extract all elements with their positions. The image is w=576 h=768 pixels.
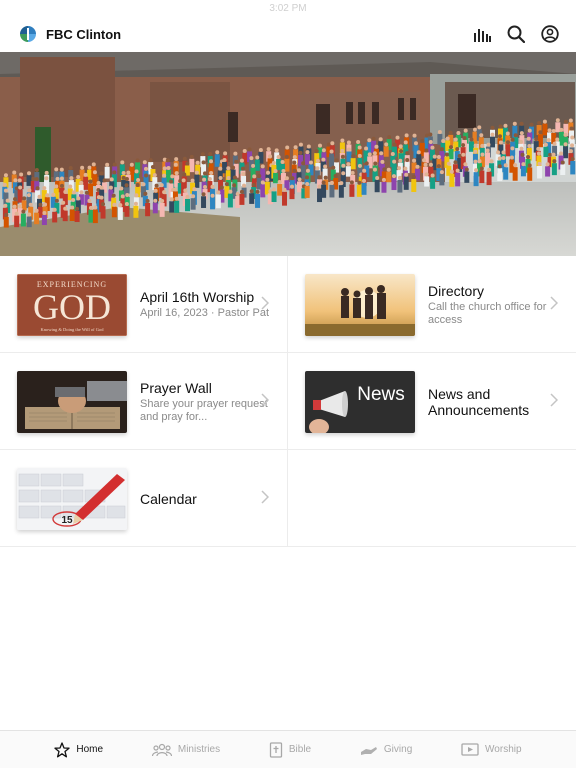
app-title: FBC Clinton bbox=[46, 26, 122, 42]
tab-ministries-label: Ministries bbox=[177, 744, 221, 755]
chevron-right-icon bbox=[550, 296, 558, 310]
prayer-wall-card[interactable]: Prayer Wall Share your prayer request an… bbox=[0, 353, 288, 450]
news-card[interactable]: News News and Announcements bbox=[288, 353, 576, 450]
tab-ministries[interactable]: Ministries bbox=[151, 743, 221, 757]
prayer-title: Prayer Wall bbox=[140, 379, 212, 396]
tab-worship-label: Worship bbox=[485, 744, 522, 755]
bible-icon bbox=[269, 741, 283, 758]
star-icon bbox=[54, 741, 71, 757]
directory-card[interactable]: Directory Call the church office for acc… bbox=[288, 256, 576, 353]
status-bar: 3:02 PM bbox=[0, 0, 576, 16]
news-title: News and Announcements bbox=[428, 385, 530, 418]
worship-thumbnail: EXPERIENCING GOD Knowing & Doing the Wil… bbox=[17, 273, 127, 336]
feature-grid: EXPERIENCING GOD Knowing & Doing the Wil… bbox=[0, 256, 576, 547]
prayer-thumbnail bbox=[17, 370, 127, 433]
calendar-title: Calendar bbox=[140, 490, 197, 507]
tab-bible[interactable]: Bible bbox=[269, 741, 312, 758]
audio-bars-icon[interactable] bbox=[472, 24, 492, 44]
tab-giving-label: Giving bbox=[383, 744, 413, 755]
directory-subtitle: Call the church office for access bbox=[428, 300, 547, 326]
play-screen-icon bbox=[461, 742, 479, 756]
tab-home-label: Home bbox=[76, 744, 104, 755]
hero-congregation-photo bbox=[0, 52, 576, 256]
people-icon bbox=[151, 743, 172, 756]
chevron-right-icon bbox=[261, 490, 269, 504]
directory-thumbnail bbox=[305, 273, 415, 336]
worship-card[interactable]: EXPERIENCING GOD Knowing & Doing the Wil… bbox=[0, 256, 288, 353]
thumb-line-2: GOD bbox=[33, 287, 111, 327]
calendar-card[interactable]: 15 Calendar bbox=[0, 450, 288, 547]
news-thumbnail: News bbox=[305, 370, 415, 433]
chevron-right-icon bbox=[550, 393, 558, 407]
bottom-tab-bar: Home Ministries Bible Giving Worship bbox=[0, 730, 576, 768]
thumb-line-3: Knowing & Doing the Will of God bbox=[41, 327, 105, 332]
prayer-subtitle: Share your prayer request and pray for..… bbox=[140, 397, 268, 423]
calendar-thumbnail: 15 bbox=[17, 467, 127, 530]
app-header: FBC Clinton bbox=[0, 16, 576, 52]
worship-subtitle: April 16, 2023 · Pastor Pat bbox=[140, 307, 270, 319]
directory-title: Directory bbox=[428, 282, 485, 299]
profile-icon[interactable] bbox=[540, 24, 560, 44]
chevron-right-icon bbox=[261, 393, 269, 407]
search-icon[interactable] bbox=[506, 24, 526, 44]
empty-cell bbox=[288, 450, 576, 547]
worship-title: April 16th Worship bbox=[140, 289, 255, 305]
news-thumb-text: News bbox=[357, 384, 405, 405]
tab-giving[interactable]: Giving bbox=[360, 743, 412, 757]
hand-giving-icon bbox=[360, 746, 377, 755]
church-logo-icon bbox=[20, 26, 36, 42]
tab-worship[interactable]: Worship bbox=[461, 742, 522, 757]
tab-bible-label: Bible bbox=[288, 744, 312, 755]
tab-home[interactable]: Home bbox=[54, 741, 104, 758]
chevron-right-icon bbox=[261, 296, 269, 310]
calendar-thumb-number: 15 bbox=[61, 515, 73, 526]
status-time: 3:02 PM bbox=[269, 2, 307, 14]
